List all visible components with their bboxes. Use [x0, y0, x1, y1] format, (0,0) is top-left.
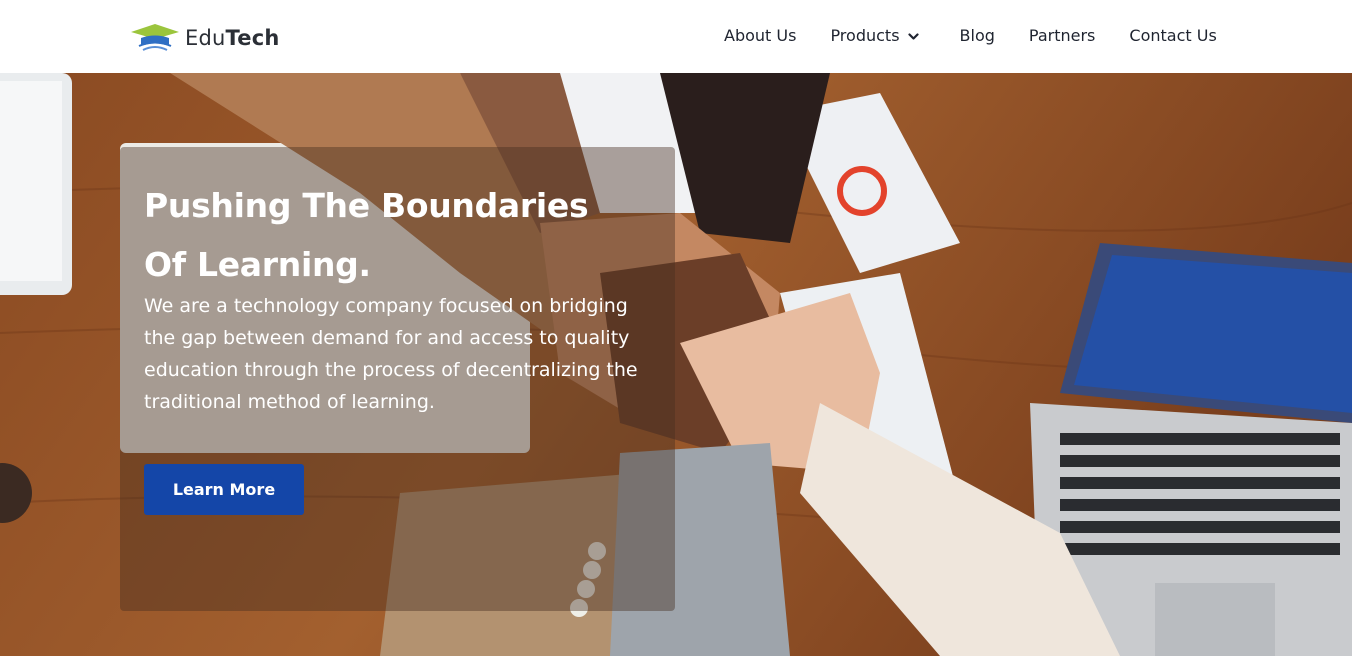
- nav-item-products-label: Products: [830, 26, 900, 45]
- learn-more-button[interactable]: Learn More: [144, 464, 304, 515]
- nav-item-contact-us[interactable]: Contact Us: [1129, 26, 1216, 45]
- graduation-cap-logo-icon: [129, 22, 181, 54]
- nav-item-products[interactable]: Products: [830, 26, 919, 45]
- nav-item-about-us[interactable]: About Us: [724, 26, 796, 45]
- brand-name-light: Edu: [185, 26, 226, 50]
- nav-item-partners[interactable]: Partners: [1029, 26, 1095, 45]
- main-nav: About Us Products Blog Partners Contact …: [724, 26, 1217, 45]
- brand-name: EduTech: [185, 26, 280, 50]
- hero-description: We are a technology company focused on b…: [144, 295, 638, 413]
- chevron-down-icon: [907, 26, 919, 45]
- brand-name-bold: Tech: [225, 26, 280, 50]
- site-header: EduTech About Us Products Blog Partners …: [0, 0, 1352, 73]
- hero-headline: Pushing The Boundaries Of Learning.: [144, 176, 664, 294]
- nav-item-blog[interactable]: Blog: [960, 26, 995, 45]
- hero-headline-line-2: Of Learning.: [144, 245, 371, 284]
- brand-logo-link[interactable]: EduTech: [129, 22, 280, 54]
- hero-headline-line-1: Pushing The Boundaries: [144, 186, 589, 225]
